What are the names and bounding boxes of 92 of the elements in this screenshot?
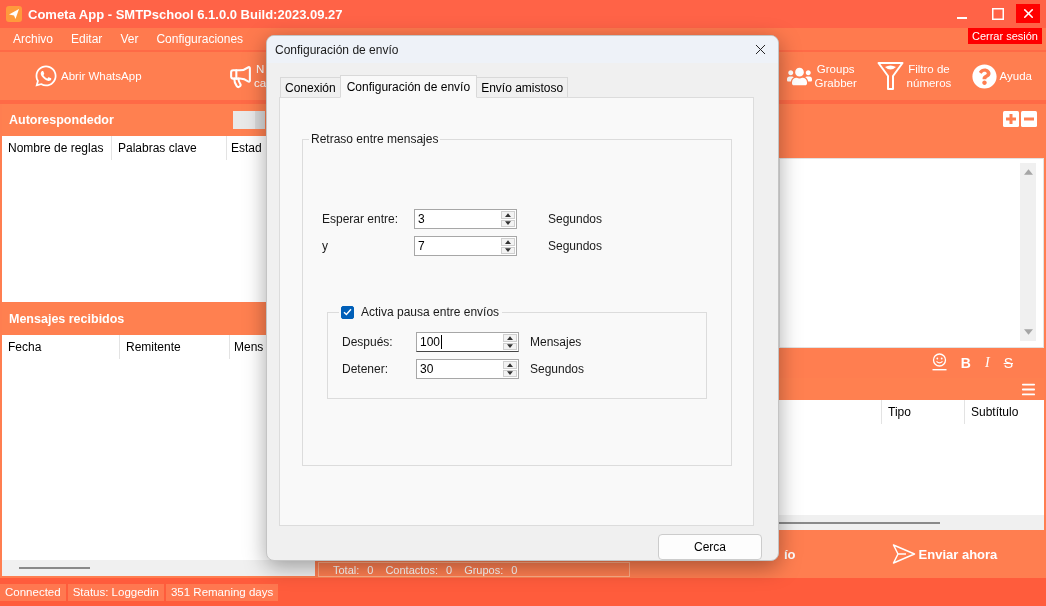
- unit-label: Mensajes: [530, 335, 582, 349]
- maximize-icon: [992, 7, 1004, 20]
- spin-up-button[interactable]: [503, 361, 517, 369]
- count-value: 0: [511, 563, 518, 576]
- minimize-icon: [957, 17, 967, 19]
- column-header: Tipo: [882, 400, 965, 424]
- toolbar-button[interactable]: Ayuda: [971, 63, 1032, 89]
- count-label: Contactos:: [385, 563, 438, 576]
- column-header: Remitente: [120, 335, 230, 359]
- tab[interactable]: Configuración de envío: [339, 75, 478, 98]
- up-arrow-icon: [505, 212, 511, 217]
- menu-item[interactable]: Ver: [111, 28, 148, 50]
- logout-button[interactable]: Cerrar sesión: [967, 28, 1042, 44]
- count-label: Total:: [333, 563, 360, 576]
- column-header: Nombre de reglas: [2, 136, 112, 160]
- unit-label: Segundos: [548, 239, 603, 253]
- text-cursor: [441, 335, 443, 349]
- down-arrow-icon: [507, 371, 513, 376]
- up-arrow-icon: [507, 335, 513, 340]
- funnel-icon: [876, 61, 904, 91]
- toolbar-button[interactable]: N ca: [228, 62, 267, 90]
- checkbox[interactable]: [341, 305, 354, 319]
- number-field[interactable]: 3: [414, 209, 517, 229]
- format-button[interactable]: I: [985, 355, 990, 371]
- field-label: Después:: [342, 335, 394, 349]
- column-header: Subtítulo: [970, 404, 1020, 421]
- up-arrow-icon: [507, 362, 513, 367]
- unit-label: Segundos: [548, 212, 603, 226]
- column-header: Estad: [230, 140, 263, 157]
- tab[interactable]: Conexión: [280, 77, 341, 97]
- menu-item[interactable]: Archivo: [4, 28, 62, 50]
- format-button[interactable]: B: [960, 355, 971, 371]
- toolbar-button[interactable]: Groups Grabber: [786, 62, 857, 90]
- message-field[interactable]: [779, 158, 1044, 348]
- window-title: Cometa App - SMTPschool 6.1.0.0 Build:2023.09.27: [28, 6, 343, 22]
- paper-plane-icon: [891, 543, 916, 565]
- field-label: y: [322, 239, 329, 253]
- spin-down-button[interactable]: [501, 219, 515, 227]
- panel-title: Mensajes recibidos: [9, 312, 125, 326]
- field-label: Esperar entre:: [322, 212, 400, 226]
- toolbar-button[interactable]: Abrir WhatsApp: [34, 64, 142, 88]
- minus-icon[interactable]: [1021, 111, 1037, 127]
- down-arrow-icon: [505, 248, 511, 253]
- horizontal-scrollbar[interactable]: [2, 560, 315, 576]
- paper-plane-app-icon: [6, 6, 22, 22]
- button-label[interactable]: ío: [784, 546, 796, 562]
- toolbar-button[interactable]: Filtro de números: [876, 61, 952, 91]
- up-arrow-icon: [505, 239, 511, 244]
- megaphone-icon: [228, 63, 253, 89]
- checkbox-label[interactable]: Activa pausa entre envíos: [361, 305, 500, 319]
- count-value: 0: [367, 563, 374, 576]
- field-label: Detener:: [342, 362, 390, 376]
- spin-down-button[interactable]: [501, 246, 515, 254]
- horizontal-scrollbar[interactable]: [779, 515, 1044, 530]
- vertical-scrollbar[interactable]: [1020, 163, 1036, 341]
- send-button[interactable]: Enviar ahora: [891, 543, 998, 565]
- menu-item[interactable]: Configuraciones: [147, 28, 253, 50]
- scrollbar-thumb[interactable]: [19, 567, 90, 569]
- spin-down-button[interactable]: [503, 342, 517, 350]
- down-arrow-icon: [505, 221, 511, 226]
- smiley-icon: [931, 352, 947, 371]
- status-item: Status: Loggedin: [67, 583, 164, 601]
- down-arrow-icon: [507, 344, 513, 349]
- count-value: 0: [446, 563, 453, 576]
- scrollbar-thumb[interactable]: [779, 521, 940, 524]
- format-button[interactable]: S: [1003, 355, 1013, 371]
- status-item: 351 Remaning days: [165, 583, 279, 601]
- column-header: Palabras clave: [112, 136, 227, 160]
- number-field[interactable]: 30: [416, 359, 519, 379]
- tab[interactable]: Envío amistoso: [476, 77, 569, 97]
- spin-down-button[interactable]: [503, 369, 517, 377]
- phone-bubble-icon: [34, 64, 58, 88]
- status-item: Connected: [0, 583, 66, 601]
- plus-icon[interactable]: [1003, 111, 1019, 127]
- scroll-up-icon: [1023, 169, 1033, 175]
- spin-up-button[interactable]: [501, 211, 515, 219]
- check-icon: [343, 308, 352, 316]
- count-label: Grupos:: [464, 563, 504, 576]
- group-title: Retraso entre mensajes: [310, 132, 440, 146]
- dialog-title: Configuración de envío: [275, 42, 399, 57]
- column-header: Mens: [233, 339, 265, 356]
- spin-up-button[interactable]: [503, 334, 517, 342]
- panel-title: Autorespondedor: [9, 113, 114, 127]
- spin-up-button[interactable]: [501, 238, 515, 246]
- scroll-down-icon: [1023, 329, 1033, 335]
- menu-item[interactable]: Editar: [62, 28, 112, 50]
- column-header: Fecha: [2, 335, 120, 359]
- close-dialog-button[interactable]: Cerca: [658, 534, 762, 560]
- number-field[interactable]: 100: [416, 332, 519, 352]
- unit-label: Segundos: [530, 362, 585, 376]
- help-icon: [971, 63, 997, 89]
- number-field[interactable]: 7: [414, 236, 517, 256]
